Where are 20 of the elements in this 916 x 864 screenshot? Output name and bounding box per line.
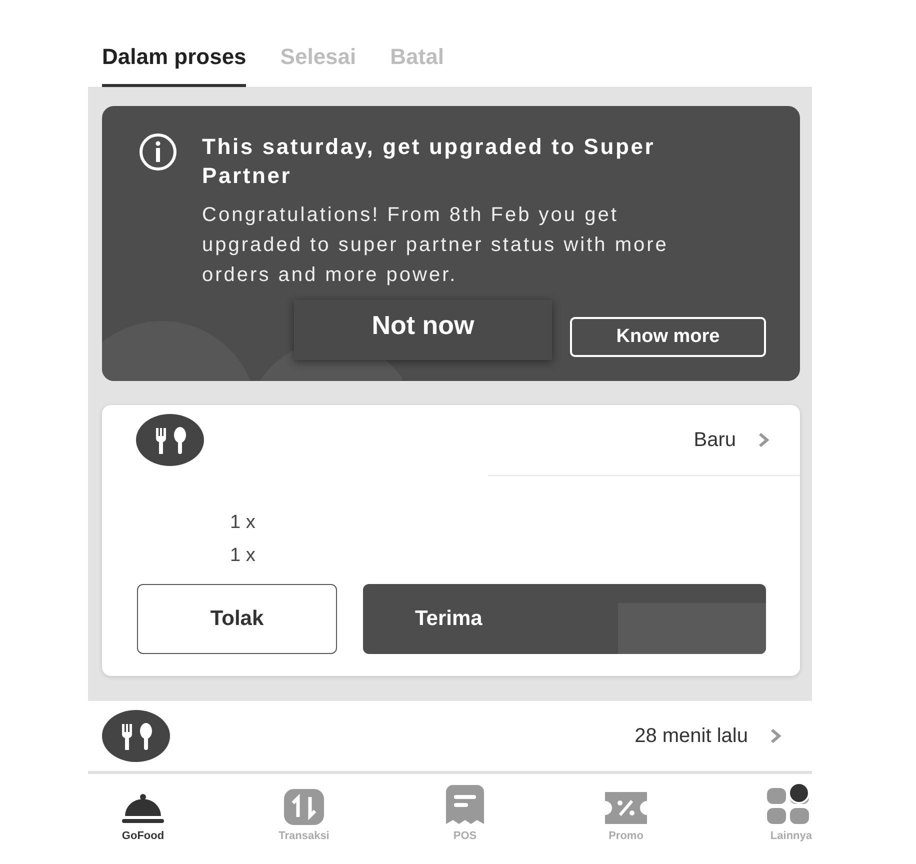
order-status: Baru — [694, 428, 736, 452]
order-status: 28 menit lalu — [634, 724, 748, 748]
order-card[interactable]: 28 menit lalu — [88, 701, 812, 773]
chevron-right-icon — [758, 432, 770, 448]
order-card[interactable]: Baru 1 x 1 x Tolak Terima — [102, 405, 800, 676]
item-quantity: 1 x — [230, 544, 256, 568]
not-now-button[interactable]: Not now — [294, 300, 552, 360]
nav-tab[interactable]: GoFood — [88, 780, 198, 842]
tab[interactable]: Dalam proses — [102, 44, 246, 87]
cutlery-icon — [102, 710, 170, 762]
banner-message: Congratulations! From 8th Feb you get upgraded to super partner status with more orders and more power. — [202, 203, 670, 288]
banner-title: This saturday, get upgraded to Super Partner — [202, 133, 656, 190]
item-quantity: 1 x — [230, 511, 256, 535]
chevron-right-icon — [770, 728, 782, 744]
reject-button[interactable]: Tolak — [137, 584, 337, 654]
cutlery-icon — [136, 414, 204, 466]
info-icon — [138, 132, 178, 172]
accept-button[interactable]: Terima — [363, 584, 766, 654]
cloche-icon — [121, 792, 165, 826]
know-more-button[interactable]: Know more — [570, 317, 766, 357]
